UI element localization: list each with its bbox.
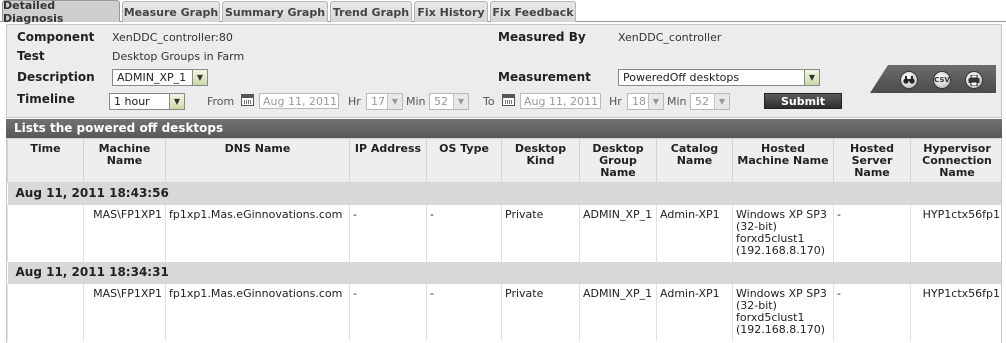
from-min-value: 52 <box>434 95 448 108</box>
table-row: MAS\FP1XP1 fp1xp1.Mas.eGinnovations.com … <box>7 283 1001 341</box>
description-select[interactable]: ADMIN_XP_1 ▼ <box>112 69 208 86</box>
cell-hosted-machine-name: Windows XP SP3 (32-bit) forxd5clust1 (19… <box>732 283 834 341</box>
chevron-down-icon: ▼ <box>648 94 663 109</box>
column-header: Hosted Machine Name <box>732 138 834 183</box>
submit-button[interactable]: Submit <box>764 93 842 109</box>
test-value: Desktop Groups in Farm <box>112 50 245 63</box>
table-header-row: Time Machine Name DNS Name IP Address OS… <box>7 138 1001 183</box>
from-min-label: Min <box>406 95 426 108</box>
tab-measure-graph[interactable]: Measure Graph <box>122 1 220 22</box>
cell-ip-address: - <box>349 204 427 262</box>
to-hr-select[interactable]: 18 ▼ <box>627 93 664 110</box>
chevron-down-icon: ▼ <box>714 94 729 109</box>
tab-fix-history[interactable]: Fix History <box>414 1 488 22</box>
to-min-value: 52 <box>695 95 709 108</box>
column-header: Hosted Server Name <box>833 138 911 183</box>
print-icon[interactable] <box>965 71 983 89</box>
column-header: Machine Name <box>83 138 166 183</box>
column-header: Time <box>7 138 84 183</box>
cell-desktop-kind: Private <box>501 283 580 341</box>
tab-trend-graph[interactable]: Trend Graph <box>330 1 412 22</box>
from-hr-select[interactable]: 17 ▼ <box>366 93 403 110</box>
from-date-input[interactable]: Aug 11, 2011 <box>259 93 339 109</box>
timeline-select[interactable]: 1 hour ▼ <box>109 93 185 110</box>
group-timestamp: Aug 11, 2011 18:34:31 <box>7 261 1001 284</box>
measurement-label: Measurement <box>498 70 591 84</box>
cell-hosted-server-name: - <box>833 283 911 341</box>
cell-hypervisor-connection-name: HYP1ctx56fp1 <box>910 204 1001 262</box>
measurement-select[interactable]: PoweredOff desktops ▼ <box>618 69 820 86</box>
column-header: Desktop Kind <box>501 138 580 183</box>
chevron-down-icon: ▼ <box>387 94 402 109</box>
to-hr-value: 18 <box>632 95 646 108</box>
csv-icon[interactable]: CSV <box>933 71 951 89</box>
cell-catalog-name: Admin-XP1 <box>656 283 733 341</box>
cell-ip-address: - <box>349 283 427 341</box>
results-table: Time Machine Name DNS Name IP Address OS… <box>7 138 1001 341</box>
group-header-row: Aug 11, 2011 18:43:56 <box>7 182 1001 205</box>
test-label: Test <box>17 49 45 63</box>
column-header: Desktop Group Name <box>579 138 657 183</box>
filter-panel: Component XenDDC_controller:80 Test Desk… <box>6 24 1002 118</box>
results-table-wrapper: Time Machine Name DNS Name IP Address OS… <box>6 138 1002 343</box>
cell-hosted-machine-name: Windows XP SP3 (32-bit) forxd5clust1 (19… <box>732 204 834 262</box>
column-header: Hypervisor Connection Name <box>910 138 1001 183</box>
cell-os-type: - <box>426 283 502 341</box>
group-header-row: Aug 11, 2011 18:34:31 <box>7 261 1001 284</box>
cell-time <box>7 283 84 341</box>
cell-dns-name: fp1xp1.Mas.eGinnovations.com <box>165 204 350 262</box>
cell-machine-name: MAS\FP1XP1 <box>83 283 166 341</box>
timeline-label: Timeline <box>17 92 75 106</box>
column-header: OS Type <box>426 138 502 183</box>
cell-dns-name: fp1xp1.Mas.eGinnovations.com <box>165 283 350 341</box>
cell-catalog-name: Admin-XP1 <box>656 204 733 262</box>
chevron-down-icon: ▼ <box>169 94 184 109</box>
tab-detailed-diagnosis[interactable]: Detailed Diagnosis <box>2 0 120 25</box>
tab-bar: Detailed Diagnosis Measure Graph Summary… <box>0 0 1006 25</box>
from-min-select[interactable]: 52 ▼ <box>429 93 469 110</box>
to-label: To <box>483 95 495 108</box>
group-timestamp: Aug 11, 2011 18:43:56 <box>7 182 1001 205</box>
component-value: XenDDC_controller:80 <box>112 31 233 44</box>
cell-hypervisor-connection-name: HYP1ctx56fp1 <box>910 283 1001 341</box>
from-label: From <box>207 95 235 108</box>
to-min-label: Min <box>667 95 687 108</box>
chevron-down-icon: ▼ <box>192 70 207 85</box>
measured-by-value: XenDDC_controller <box>618 31 722 44</box>
to-date-input[interactable]: Aug 11, 2011 <box>520 93 601 109</box>
from-hr-value: 17 <box>371 95 385 108</box>
timeline-select-value: 1 hour <box>114 95 150 108</box>
cell-desktop-group-name: ADMIN_XP_1 <box>579 283 657 341</box>
binoculars-icon[interactable] <box>900 71 918 89</box>
cell-os-type: - <box>426 204 502 262</box>
chevron-down-icon: ▼ <box>453 94 468 109</box>
cell-desktop-group-name: ADMIN_XP_1 <box>579 204 657 262</box>
cell-machine-name: MAS\FP1XP1 <box>83 204 166 262</box>
chevron-down-icon: ▼ <box>804 70 819 85</box>
calendar-icon[interactable] <box>241 94 254 106</box>
column-header: IP Address <box>349 138 427 183</box>
measurement-select-value: PoweredOff desktops <box>623 71 740 84</box>
description-label: Description <box>17 70 95 84</box>
to-hr-label: Hr <box>609 95 622 108</box>
section-title: Lists the powered off desktops <box>6 119 1002 138</box>
measured-by-label: Measured By <box>498 30 586 44</box>
column-header: Catalog Name <box>656 138 733 183</box>
component-label: Component <box>17 30 95 44</box>
tab-summary-graph[interactable]: Summary Graph <box>222 1 328 22</box>
cell-time <box>7 204 84 262</box>
table-row: MAS\FP1XP1 fp1xp1.Mas.eGinnovations.com … <box>7 204 1001 262</box>
from-hr-label: Hr <box>348 95 361 108</box>
description-select-value: ADMIN_XP_1 <box>117 71 187 84</box>
column-header: DNS Name <box>165 138 350 183</box>
cell-desktop-kind: Private <box>501 204 580 262</box>
tab-fix-feedback[interactable]: Fix Feedback <box>490 1 576 22</box>
to-min-select[interactable]: 52 ▼ <box>690 93 730 110</box>
calendar-icon[interactable] <box>502 94 515 106</box>
cell-hosted-server-name: - <box>833 204 911 262</box>
